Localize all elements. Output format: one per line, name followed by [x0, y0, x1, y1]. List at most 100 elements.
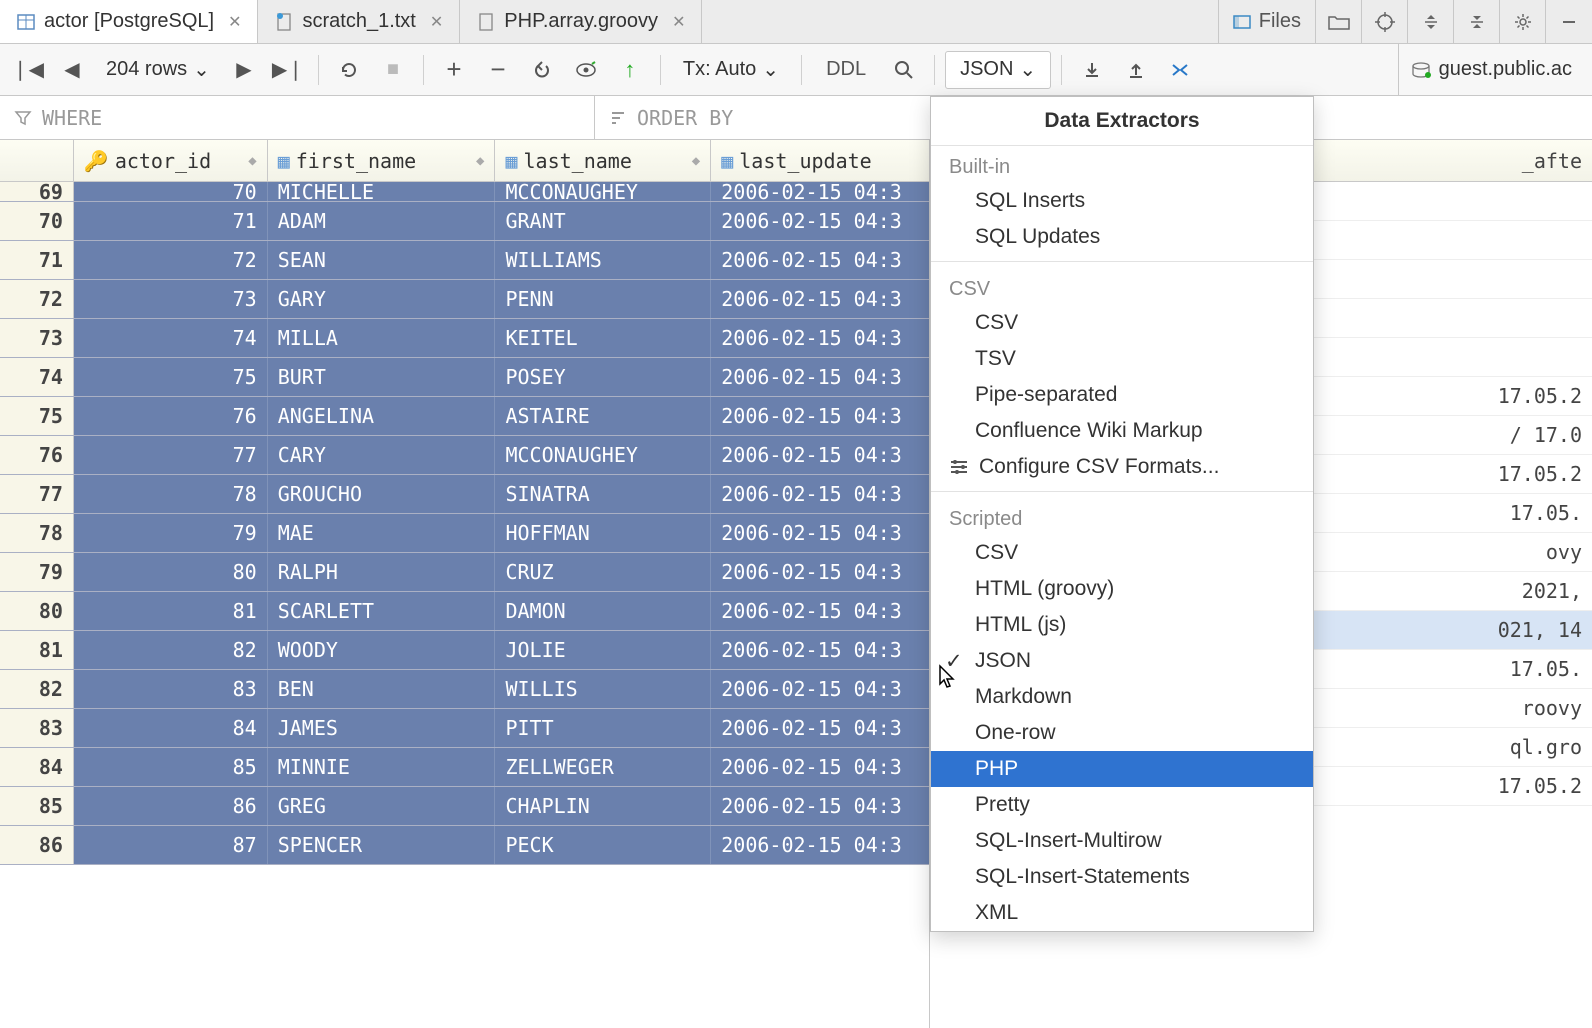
cell-last-name[interactable]: DAMON [495, 592, 711, 630]
table-row[interactable]: 7778GROUCHOSINATRA2006-02-15 04:3 [0, 475, 929, 514]
extractor-picker[interactable]: JSON ⌄ [945, 51, 1051, 89]
cell-first-name[interactable]: MILLA [268, 319, 496, 357]
cell-first-name[interactable]: GREG [268, 787, 496, 825]
tab-scratch[interactable]: scratch_1.txt ✕ [258, 0, 460, 43]
cell-actor-id[interactable]: 84 [74, 709, 268, 747]
cell-actor-id[interactable]: 77 [74, 436, 268, 474]
submit-icon[interactable]: ↑ [610, 50, 650, 90]
cell-last-update[interactable]: 2006-02-15 04:3 [711, 748, 929, 786]
menu-item[interactable]: TSV [931, 341, 1313, 377]
next-page-icon[interactable]: ▶ [224, 50, 264, 90]
table-row[interactable]: 8283BENWILLIS2006-02-15 04:3 [0, 670, 929, 709]
export-download-icon[interactable] [1072, 50, 1112, 90]
table-row[interactable]: 7273GARYPENN2006-02-15 04:3 [0, 280, 929, 319]
cell-actor-id[interactable]: 83 [74, 670, 268, 708]
table-row[interactable]: 8182WOODYJOLIE2006-02-15 04:3 [0, 631, 929, 670]
cell-last-update[interactable]: 2006-02-15 04:3 [711, 202, 929, 240]
cell-last-update[interactable]: 2006-02-15 04:3 [711, 514, 929, 552]
files-button[interactable]: Files [1219, 0, 1316, 44]
cell-last-update[interactable]: 2006-02-15 04:3 [711, 358, 929, 396]
close-icon[interactable]: ✕ [672, 12, 685, 32]
collapse-all-icon[interactable] [1454, 0, 1500, 44]
cell-first-name[interactable]: BEN [268, 670, 496, 708]
revert-icon[interactable] [522, 50, 562, 90]
cell-last-update[interactable]: 2006-02-15 04:3 [711, 436, 929, 474]
table-row[interactable]: 6970MICHELLEMCCONAUGHEY2006-02-15 04:3 [0, 182, 929, 202]
stop-icon[interactable]: ■ [373, 50, 413, 90]
cell-last-name[interactable]: WILLIAMS [495, 241, 711, 279]
cell-last-update[interactable]: 2006-02-15 04:3 [711, 592, 929, 630]
menu-item[interactable]: SQL Inserts [931, 183, 1313, 219]
menu-item[interactable]: Pretty [931, 787, 1313, 823]
menu-item[interactable]: Confluence Wiki Markup [931, 413, 1313, 449]
cell-actor-id[interactable]: 74 [74, 319, 268, 357]
cell-actor-id[interactable]: 86 [74, 787, 268, 825]
cell-first-name[interactable]: SPENCER [268, 826, 496, 864]
column-header-last-update[interactable]: ▦last_update [711, 140, 929, 181]
cell-actor-id[interactable]: 87 [74, 826, 268, 864]
menu-item[interactable]: Pipe-separated [931, 377, 1313, 413]
cell-first-name[interactable]: JAMES [268, 709, 496, 747]
cell-first-name[interactable]: WOODY [268, 631, 496, 669]
cell-first-name[interactable]: MICHELLE [268, 182, 496, 201]
cell-last-update[interactable]: 2006-02-15 04:3 [711, 826, 929, 864]
table-row[interactable]: 8485MINNIEZELLWEGER2006-02-15 04:3 [0, 748, 929, 787]
table-row[interactable]: 7374MILLAKEITEL2006-02-15 04:3 [0, 319, 929, 358]
cell-actor-id[interactable]: 76 [74, 397, 268, 435]
sort-icon[interactable]: ◆ [248, 153, 256, 169]
cell-first-name[interactable]: CARY [268, 436, 496, 474]
close-icon[interactable]: ✕ [228, 12, 241, 32]
refresh-icon[interactable] [329, 50, 369, 90]
cell-last-name[interactable]: GRANT [495, 202, 711, 240]
compare-icon[interactable] [1160, 50, 1200, 90]
last-page-icon[interactable]: ▶❘ [268, 50, 308, 90]
cell-actor-id[interactable]: 82 [74, 631, 268, 669]
gear-icon[interactable] [1500, 0, 1546, 44]
menu-item[interactable]: SQL Updates [931, 219, 1313, 255]
table-row[interactable]: 7071ADAMGRANT2006-02-15 04:3 [0, 202, 929, 241]
tab-php-groovy[interactable]: PHP.array.groovy ✕ [460, 0, 702, 43]
cell-actor-id[interactable]: 70 [74, 182, 268, 201]
table-row[interactable]: 7879MAEHOFFMAN2006-02-15 04:3 [0, 514, 929, 553]
cell-first-name[interactable]: GROUCHO [268, 475, 496, 513]
cell-first-name[interactable]: ANGELINA [268, 397, 496, 435]
where-filter[interactable]: WHERE [0, 96, 595, 139]
column-header-last-name[interactable]: ▦last_name ◆ [495, 140, 711, 181]
cell-actor-id[interactable]: 79 [74, 514, 268, 552]
ddl-button[interactable]: DDL [812, 50, 880, 90]
data-extractors-menu[interactable]: Data Extractors Built-inSQL InsertsSQL U… [930, 96, 1314, 932]
cell-first-name[interactable]: BURT [268, 358, 496, 396]
cell-last-update[interactable]: 2006-02-15 04:3 [711, 280, 929, 318]
cell-actor-id[interactable]: 75 [74, 358, 268, 396]
table-row[interactable]: 7980RALPHCRUZ2006-02-15 04:3 [0, 553, 929, 592]
menu-item[interactable]: CSV [931, 305, 1313, 341]
table-row[interactable]: 8687SPENCERPECK2006-02-15 04:3 [0, 826, 929, 865]
cell-first-name[interactable]: SEAN [268, 241, 496, 279]
cell-first-name[interactable]: SCARLETT [268, 592, 496, 630]
cell-first-name[interactable]: RALPH [268, 553, 496, 591]
table-row[interactable]: 7677CARYMCCONAUGHEY2006-02-15 04:3 [0, 436, 929, 475]
remove-row-icon[interactable]: − [478, 50, 518, 90]
cell-actor-id[interactable]: 71 [74, 202, 268, 240]
cell-actor-id[interactable]: 78 [74, 475, 268, 513]
table-row[interactable]: 7172SEANWILLIAMS2006-02-15 04:3 [0, 241, 929, 280]
grid-body[interactable]: 6970MICHELLEMCCONAUGHEY2006-02-15 04:370… [0, 182, 929, 865]
cell-first-name[interactable]: GARY [268, 280, 496, 318]
open-folder-icon[interactable] [1316, 0, 1362, 44]
menu-item[interactable]: PHP [931, 751, 1313, 787]
cell-last-update[interactable]: 2006-02-15 04:3 [711, 670, 929, 708]
cell-first-name[interactable]: ADAM [268, 202, 496, 240]
cell-actor-id[interactable]: 80 [74, 553, 268, 591]
table-row[interactable]: 7475BURTPOSEY2006-02-15 04:3 [0, 358, 929, 397]
target-icon[interactable] [1362, 0, 1408, 44]
menu-item[interactable]: HTML (groovy) [931, 571, 1313, 607]
menu-item[interactable]: One-row [931, 715, 1313, 751]
sort-icon[interactable]: ◆ [476, 153, 484, 169]
cell-last-name[interactable]: ASTAIRE [495, 397, 711, 435]
menu-item[interactable]: HTML (js) [931, 607, 1313, 643]
prev-page-icon[interactable]: ◀ [52, 50, 92, 90]
cell-last-name[interactable]: CRUZ [495, 553, 711, 591]
preview-changes-icon[interactable] [566, 50, 606, 90]
sort-icon[interactable]: ◆ [692, 153, 700, 169]
cell-last-update[interactable]: 2006-02-15 04:3 [711, 475, 929, 513]
